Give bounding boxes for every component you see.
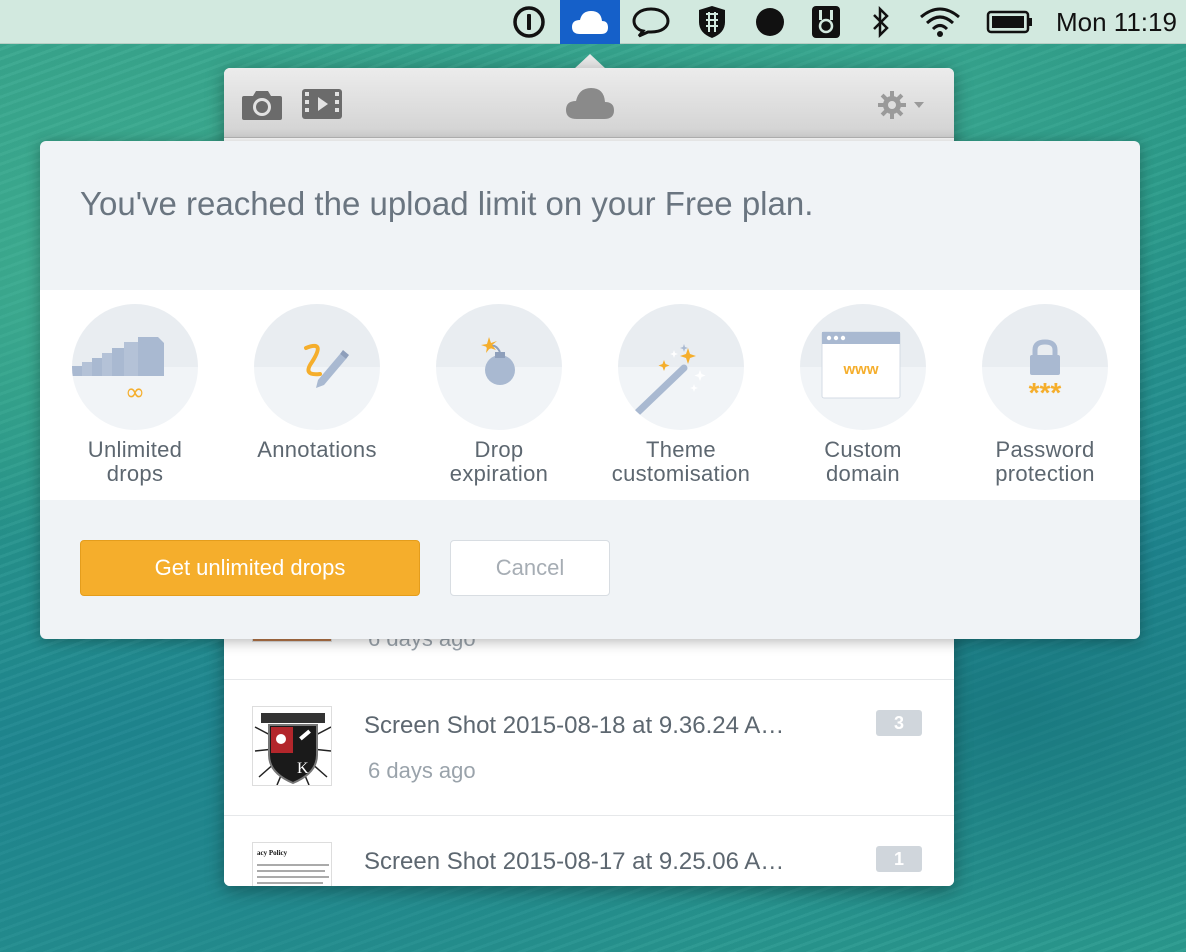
feature-drop-expiration: Drop expiration (404, 304, 594, 500)
drop-title[interactable]: Screen Shot 2015-08-17 at 9.25.06 A… (364, 848, 784, 876)
owl-icon[interactable] (806, 0, 846, 44)
dialog-title: You've reached the upload limit on your … (80, 185, 814, 222)
feature-label: Custom domain (824, 437, 902, 486)
unlimited-drops-icon: ∞ (72, 337, 164, 406)
feature-label: Unlimited drops (87, 437, 183, 486)
popover-toolbar (224, 68, 954, 138)
feature-custom-domain: www Custom domain (768, 304, 958, 500)
bluetooth-icon[interactable] (864, 0, 898, 44)
drop-thumbnail: K (252, 706, 332, 786)
feature-annotations: Annotations (222, 304, 412, 500)
drop-time: 6 days ago (368, 758, 476, 783)
drop-thumbnail: acy Policy (252, 842, 332, 886)
video-icon[interactable] (300, 86, 344, 127)
popover-arrow (574, 54, 606, 69)
cloudapp-icon[interactable] (560, 0, 620, 44)
feature-label: Drop expiration (449, 437, 549, 486)
messages-icon[interactable] (628, 0, 674, 44)
menubar-clock[interactable]: Mon 11:19 (1056, 0, 1177, 44)
shield-icon[interactable] (692, 0, 732, 44)
feature-label: Password protection (995, 437, 1095, 486)
feature-label: Theme customisation (611, 437, 751, 486)
gear-icon[interactable] (878, 90, 930, 125)
view-count-badge: 3 (876, 710, 922, 736)
bomb-icon (481, 337, 515, 385)
magic-wand-icon (634, 344, 706, 416)
list-item[interactable]: K Screen Shot 2015-08-18 at 9.36.24 A… 6… (224, 680, 954, 816)
drop-title[interactable]: Screen Shot 2015-08-18 at 9.36.24 A… (364, 712, 784, 740)
camera-icon[interactable] (240, 86, 284, 127)
wifi-icon[interactable] (914, 0, 966, 44)
dot-icon[interactable] (750, 0, 790, 44)
feature-unlimited-drops: ∞ Unlimited drops (40, 304, 230, 500)
svg-text:K: K (297, 760, 309, 777)
svg-text:www: www (842, 361, 878, 378)
feature-password-protection: *** Password protection (950, 304, 1140, 500)
lock-icon: *** (1029, 339, 1062, 408)
feature-list: ∞ Unlimited drops Annotations Drop expir… (40, 290, 1140, 500)
list-item[interactable]: acy Policy Screen Shot 2015-08-17 at 9.2… (224, 816, 954, 886)
cancel-button[interactable]: Cancel (450, 540, 610, 596)
www-icon: www (821, 331, 901, 399)
1password-icon[interactable] (508, 0, 550, 44)
get-unlimited-drops-button[interactable]: Get unlimited drops (80, 540, 420, 596)
feature-label: Annotations (257, 437, 377, 462)
view-count-badge: 1 (876, 846, 922, 872)
menu-bar: Mon 11:19 (0, 0, 1186, 44)
upgrade-dialog: You've reached the upload limit on your … (40, 141, 1140, 639)
battery-icon[interactable] (984, 0, 1036, 44)
svg-text:***: *** (1029, 377, 1062, 408)
feature-theme-customisation: Theme customisation (586, 304, 776, 500)
cloud-icon (564, 84, 616, 127)
svg-text:∞: ∞ (125, 378, 145, 406)
annotations-icon (304, 343, 349, 388)
